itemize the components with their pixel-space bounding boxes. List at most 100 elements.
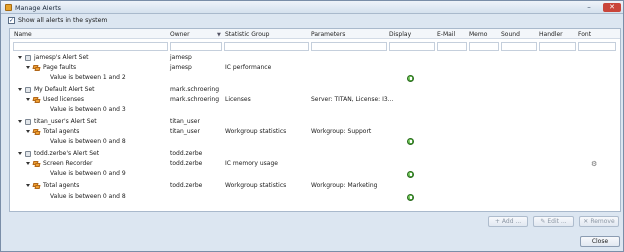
statistic-icon [32,65,41,71]
display-indicator-icon[interactable] [407,75,414,82]
expand-arrow-icon[interactable] [26,130,30,133]
col-header-email[interactable]: E-Mail [437,31,455,38]
parameters-cell: Workgroup: Marketing [311,182,378,189]
alert-condition-row[interactable]: Value is between 1 and 2 [10,74,620,82]
alert-set-name: jamesp's Alert Set [34,54,89,61]
filter-row [10,40,620,52]
statistic-group-cell: Licenses [225,96,251,103]
show-all-checkbox[interactable]: ✓ [8,17,15,24]
expand-arrow-icon[interactable] [26,98,30,101]
display-indicator-icon[interactable] [407,194,414,201]
alert-set-row[interactable]: My Default Alert Set mark.schroering [10,86,620,94]
window-title: Manage Alerts [15,4,61,12]
grid-header: Name Owner ▼ Statistic Group Parameters … [10,29,620,39]
edit-button[interactable]: ✎ Edit ... [533,216,574,227]
col-header-memo[interactable]: Memo [469,31,487,38]
owner-cell: jamesp [170,64,192,71]
filter-owner-input[interactable] [170,42,222,51]
statistic-icon [32,161,41,167]
filter-statistic-group-input[interactable] [224,42,309,51]
expand-arrow-icon[interactable] [26,184,30,187]
col-header-sound[interactable]: Sound [501,31,520,38]
filter-name-input[interactable] [13,42,168,51]
edit-button-label: Edit ... [547,218,567,225]
alert-condition-row[interactable]: Value is between 0 and 3 [10,106,620,114]
add-icon: + [494,218,500,225]
col-header-display[interactable]: Display [389,31,411,38]
owner-cell: titan_user [170,128,200,135]
alert-set-icon [25,151,31,157]
expand-arrow-icon[interactable] [18,120,22,123]
col-header-name[interactable]: Name [14,31,32,38]
alert-set-row[interactable]: jamesp's Alert Set jamesp [10,54,620,62]
condition-text: Value is between 0 and 3 [50,106,126,113]
filter-memo-input[interactable] [469,42,499,51]
alert-row[interactable]: Screen Recorder todd.zerbe IC memory usa… [10,160,620,168]
display-indicator-icon[interactable] [407,138,414,145]
filter-display-input[interactable] [389,42,435,51]
expand-arrow-icon[interactable] [26,162,30,165]
alert-row[interactable]: Used licenses mark.schroering Licenses S… [10,96,620,104]
owner-cell: mark.schroering [170,86,220,93]
col-header-font[interactable]: Font [578,31,591,38]
col-header-statistic-group[interactable]: Statistic Group [225,31,269,38]
add-button[interactable]: + Add ... [488,216,528,227]
expand-arrow-icon[interactable] [18,88,22,91]
statistic-group-cell: IC performance [225,64,272,71]
filter-parameters-input[interactable] [311,42,387,51]
alert-set-name: My Default Alert Set [34,86,95,93]
show-all-alerts-option[interactable]: ✓ Show all alerts in the system [8,17,208,26]
condition-text: Value is between 0 and 8 [50,193,126,200]
display-indicator-icon[interactable] [407,171,414,178]
statistic-icon [32,183,41,189]
alert-set-icon [25,87,31,93]
statistic-group-cell: Workgroup statistics [225,182,287,189]
expand-arrow-icon[interactable] [18,56,22,59]
alert-row[interactable]: Page faults jamesp IC performance [10,64,620,72]
expand-arrow-icon[interactable] [18,152,22,155]
alert-name: Page faults [43,64,77,71]
expand-arrow-icon[interactable] [26,66,30,69]
alert-name: Used licenses [43,96,84,103]
owner-cell: todd.zerbe [170,182,203,189]
remove-button-label: Remove [590,218,615,225]
col-header-owner[interactable]: Owner [170,31,190,38]
font-settings-icon[interactable]: ⚙ [591,160,597,168]
sort-descending-icon[interactable]: ▼ [217,32,221,38]
owner-cell: todd.zerbe [170,160,203,167]
owner-cell: mark.schroering [170,96,220,103]
remove-button[interactable]: ✕ Remove [579,216,619,227]
close-button[interactable]: Close [580,236,620,247]
add-button-label: Add ... [501,218,522,225]
filter-email-input[interactable] [437,42,467,51]
alert-row[interactable]: Total agents todd.zerbe Workgroup statis… [10,182,620,190]
alert-set-row[interactable]: titan_user's Alert Set titan_user [10,118,620,126]
manage-alerts-window: Manage Alerts – ✕ ✓ Show all alerts in t… [0,0,624,252]
alert-name: Total agents [43,182,80,189]
alert-set-row[interactable]: todd.zerbe's Alert Set todd.zerbe [10,150,620,158]
owner-cell: jamesp [170,54,192,61]
filter-sound-input[interactable] [501,42,537,51]
col-header-parameters[interactable]: Parameters [311,31,345,38]
owner-cell: todd.zerbe [170,150,203,157]
alert-condition-row[interactable]: Value is between 0 and 8 [10,138,620,146]
alert-set-name: titan_user's Alert Set [34,118,97,125]
alert-set-icon [25,55,31,61]
remove-icon: ✕ [583,218,589,225]
window-close-button[interactable]: ✕ [603,3,621,12]
statistic-group-cell: Workgroup statistics [225,128,287,135]
minimize-button[interactable]: – [583,3,595,12]
filter-font-input[interactable] [578,42,616,51]
alert-condition-row[interactable]: Value is between 0 and 8 [10,193,620,201]
alert-condition-row[interactable]: Value is between 0 and 9 [10,170,620,178]
alert-set-name: todd.zerbe's Alert Set [34,150,100,157]
parameters-cell: Server: TITAN, License: I3... [311,96,394,103]
title-bar[interactable]: Manage Alerts – ✕ [1,1,623,14]
filter-handler-input[interactable] [539,42,576,51]
parameters-cell: Workgroup: Support [311,128,372,135]
alert-name: Total agents [43,128,80,135]
edit-icon: ✎ [540,218,546,225]
alert-row[interactable]: Total agents titan_user Workgroup statis… [10,128,620,136]
col-header-handler[interactable]: Handler [539,31,563,38]
alerts-grid: Name Owner ▼ Statistic Group Parameters … [9,28,621,212]
